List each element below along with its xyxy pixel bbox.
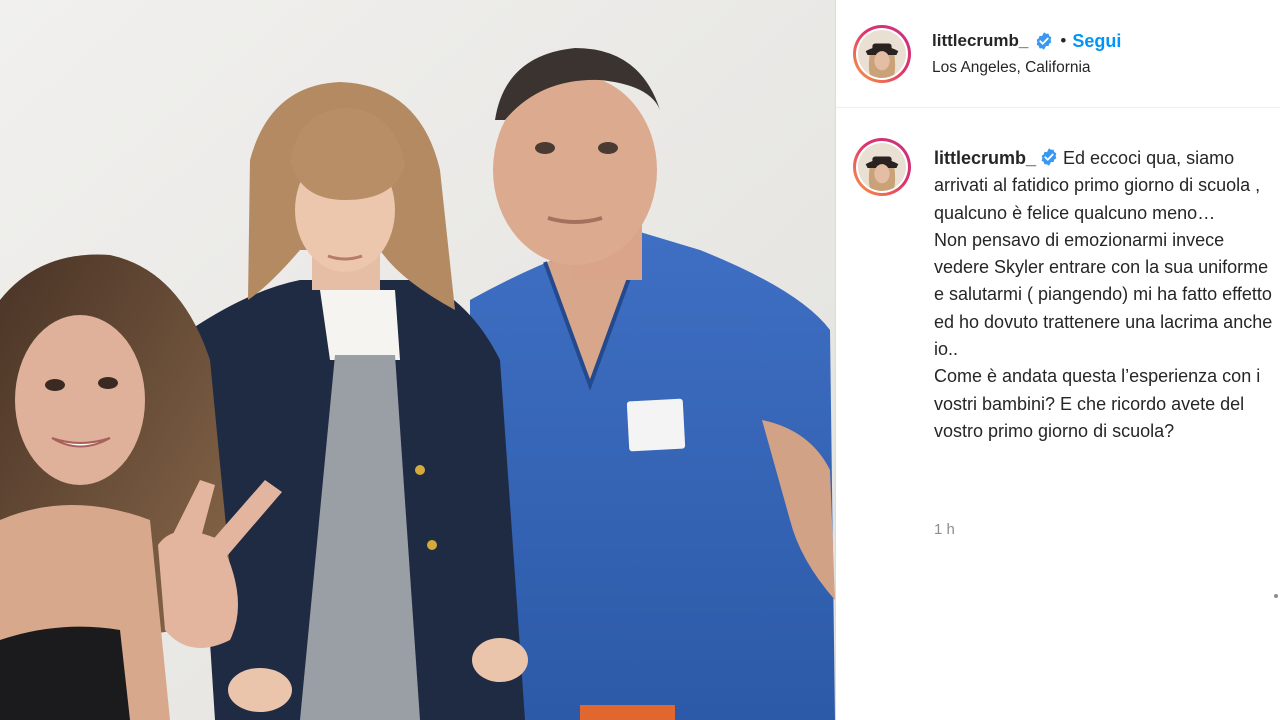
verified-badge-icon (1034, 31, 1054, 51)
verified-badge-icon (1039, 147, 1059, 167)
username-link[interactable]: littlecrumb_ (932, 31, 1028, 51)
post-photo[interactable] (0, 0, 835, 720)
follow-button[interactable]: Segui (1072, 31, 1121, 52)
profile-avatar[interactable] (853, 25, 911, 83)
caption-body: Ed eccoci qua, siamo arrivati al fatidic… (934, 148, 1273, 441)
caption-avatar[interactable] (853, 138, 911, 196)
post-timestamp[interactable]: 1 h (934, 521, 955, 538)
post-sidebar: littlecrumb_ • Segui Los Angeles, Califo… (835, 0, 1280, 720)
header-top-row: littlecrumb_ • Segui (932, 28, 1121, 54)
caption-text: littlecrumb_ Ed eccoci qua, siamo arrivat… (934, 145, 1274, 445)
post-header: littlecrumb_ • Segui Los Angeles, Califo… (836, 0, 1280, 108)
avatar-image (858, 30, 906, 78)
avatar-image (858, 143, 906, 191)
post-image (0, 0, 835, 720)
caption-username-link[interactable]: littlecrumb_ (934, 148, 1036, 168)
location-link[interactable]: Los Angeles, California (932, 59, 1091, 77)
separator-dot: • (1060, 31, 1067, 50)
scroll-indicator (1274, 594, 1278, 598)
